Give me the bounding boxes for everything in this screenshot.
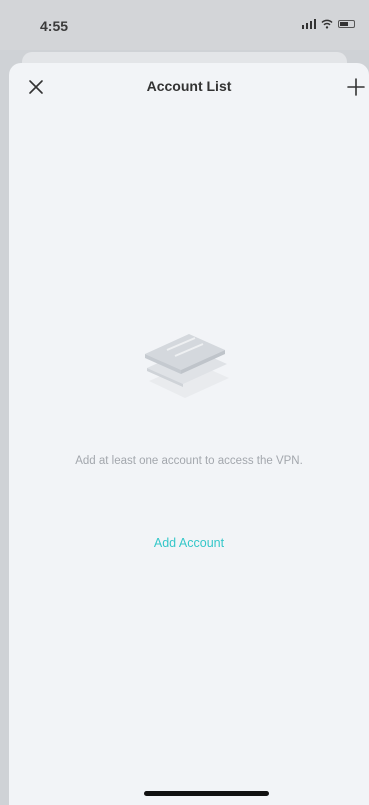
add-account-button[interactable] (343, 74, 369, 100)
plus-icon (347, 78, 365, 96)
wifi-icon (321, 19, 333, 29)
battery-icon (338, 20, 355, 28)
signal-icon (301, 19, 316, 29)
status-time: 4:55 (40, 18, 69, 34)
navigation-bar: Account List (9, 63, 369, 111)
status-bar: 4:55 (0, 0, 369, 50)
account-list-sheet: Account List Add at least one account to… (9, 63, 369, 805)
empty-state-message: Add at least one account to access the V… (75, 455, 303, 467)
add-account-link[interactable]: Add Account (139, 536, 239, 550)
app-screen: 4:55 Account List Add at least one accou… (0, 0, 369, 805)
home-indicator (144, 791, 269, 796)
status-icons (301, 19, 355, 29)
page-title: Account List (146, 78, 232, 94)
empty-cards-illustration (145, 334, 229, 398)
